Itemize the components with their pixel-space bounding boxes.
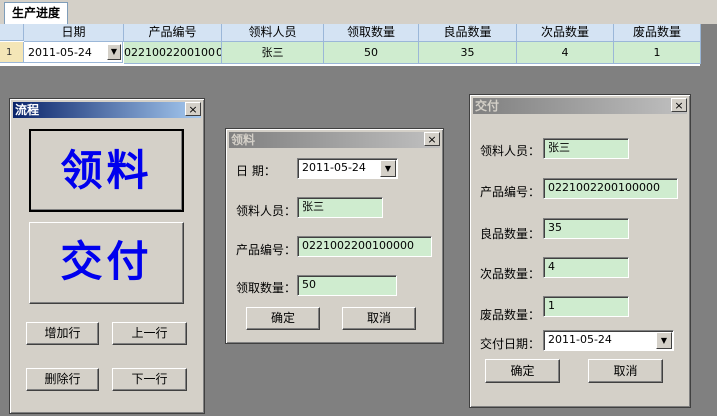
good-qty-label: 良品数量：	[480, 227, 541, 241]
cell-defect-qty[interactable]: 4	[517, 42, 614, 64]
cell-product-no[interactable]: 02210022001000	[124, 42, 222, 64]
cell-picker[interactable]: 张三	[222, 42, 324, 64]
dropdown-arrow-icon[interactable]: ▼	[107, 44, 121, 60]
col-header-defect-qty[interactable]: 次品数量	[517, 24, 614, 42]
tab-production-progress[interactable]: 生产进度	[4, 2, 68, 25]
lingliao-button[interactable]: 领料	[29, 129, 184, 212]
ok-button[interactable]: 确定	[485, 359, 560, 383]
product-label: 产品编号：	[480, 185, 541, 199]
col-header-good-qty[interactable]: 良品数量	[419, 24, 517, 42]
cell-date-value: 2011-05-24	[28, 46, 92, 59]
col-header-picker[interactable]: 领料人员	[222, 24, 324, 42]
scrap-qty-field[interactable]: 1	[543, 296, 629, 317]
scrap-qty-label: 废品数量：	[480, 308, 541, 322]
good-qty-field[interactable]: 35	[543, 218, 629, 239]
flow-window: 流程 × 领料 交付 增加行 上一行 删除行 下一行	[9, 98, 205, 414]
qty-label: 领取数量：	[236, 281, 297, 295]
cancel-button[interactable]: 取消	[342, 307, 416, 330]
cell-picked-qty[interactable]: 50	[324, 42, 419, 64]
product-field[interactable]: 0221002200100000	[297, 236, 432, 257]
cancel-button[interactable]: 取消	[588, 359, 663, 383]
product-label: 产品编号：	[236, 243, 297, 257]
cell-date[interactable]: 2011-05-24 ▼	[24, 42, 123, 63]
qty-field[interactable]: 50	[297, 275, 397, 296]
cell-good-qty[interactable]: 35	[419, 42, 517, 64]
date-value: 2011-05-24	[302, 161, 366, 174]
row-number[interactable]: 1	[0, 42, 24, 63]
add-row-button[interactable]: 增加行	[26, 322, 99, 345]
cell-scrap-qty[interactable]: 1	[614, 42, 701, 64]
defect-qty-field[interactable]: 4	[543, 257, 629, 278]
person-label: 领料人员：	[236, 204, 297, 218]
lingliao-title[interactable]: 领料	[229, 132, 440, 148]
jiaofu-window: 交付 × 领料人员： 张三 产品编号： 0221002200100000 良品数…	[469, 94, 691, 408]
ok-button[interactable]: 确定	[246, 307, 320, 330]
close-icon[interactable]: ×	[424, 132, 440, 146]
defect-qty-label: 次品数量：	[480, 267, 541, 281]
close-icon[interactable]: ×	[671, 98, 687, 112]
person-label: 领料人员：	[480, 144, 541, 158]
lingliao-window: 领料 × 日 期： 2011-05-24 ▼ 领料人员： 张三 产品编号： 02…	[225, 128, 444, 344]
delivery-date-dropdown[interactable]: 2011-05-24 ▼	[543, 330, 674, 351]
data-grid: 日期 产品编号 领料人员 领取数量 良品数量 次品数量 废品数量 1 2011-…	[0, 24, 701, 66]
chevron-down-icon[interactable]: ▼	[656, 332, 672, 349]
sheet-tab-bar	[0, 0, 717, 24]
close-icon[interactable]: ×	[185, 102, 201, 116]
jiaofu-button[interactable]: 交付	[29, 222, 184, 304]
delivery-date-label: 交付日期：	[480, 337, 541, 351]
prev-row-button[interactable]: 上一行	[112, 322, 187, 345]
delivery-date-value: 2011-05-24	[548, 333, 612, 346]
product-field[interactable]: 0221002200100000	[543, 178, 678, 199]
col-header-picked-qty[interactable]: 领取数量	[324, 24, 419, 42]
delete-row-button[interactable]: 删除行	[26, 368, 99, 391]
person-field[interactable]: 张三	[543, 138, 629, 159]
date-dropdown[interactable]: 2011-05-24 ▼	[297, 158, 398, 179]
flow-title[interactable]: 流程	[13, 102, 201, 118]
date-label: 日 期：	[236, 164, 276, 178]
col-header-scrap-qty[interactable]: 废品数量	[614, 24, 701, 42]
col-header-product-no[interactable]: 产品编号	[124, 24, 222, 42]
col-header-date[interactable]: 日期	[24, 24, 124, 42]
chevron-down-icon[interactable]: ▼	[380, 160, 396, 177]
grid-corner	[0, 24, 24, 41]
person-field[interactable]: 张三	[297, 197, 383, 218]
next-row-button[interactable]: 下一行	[112, 368, 187, 391]
jiaofu-title[interactable]: 交付	[473, 98, 687, 114]
